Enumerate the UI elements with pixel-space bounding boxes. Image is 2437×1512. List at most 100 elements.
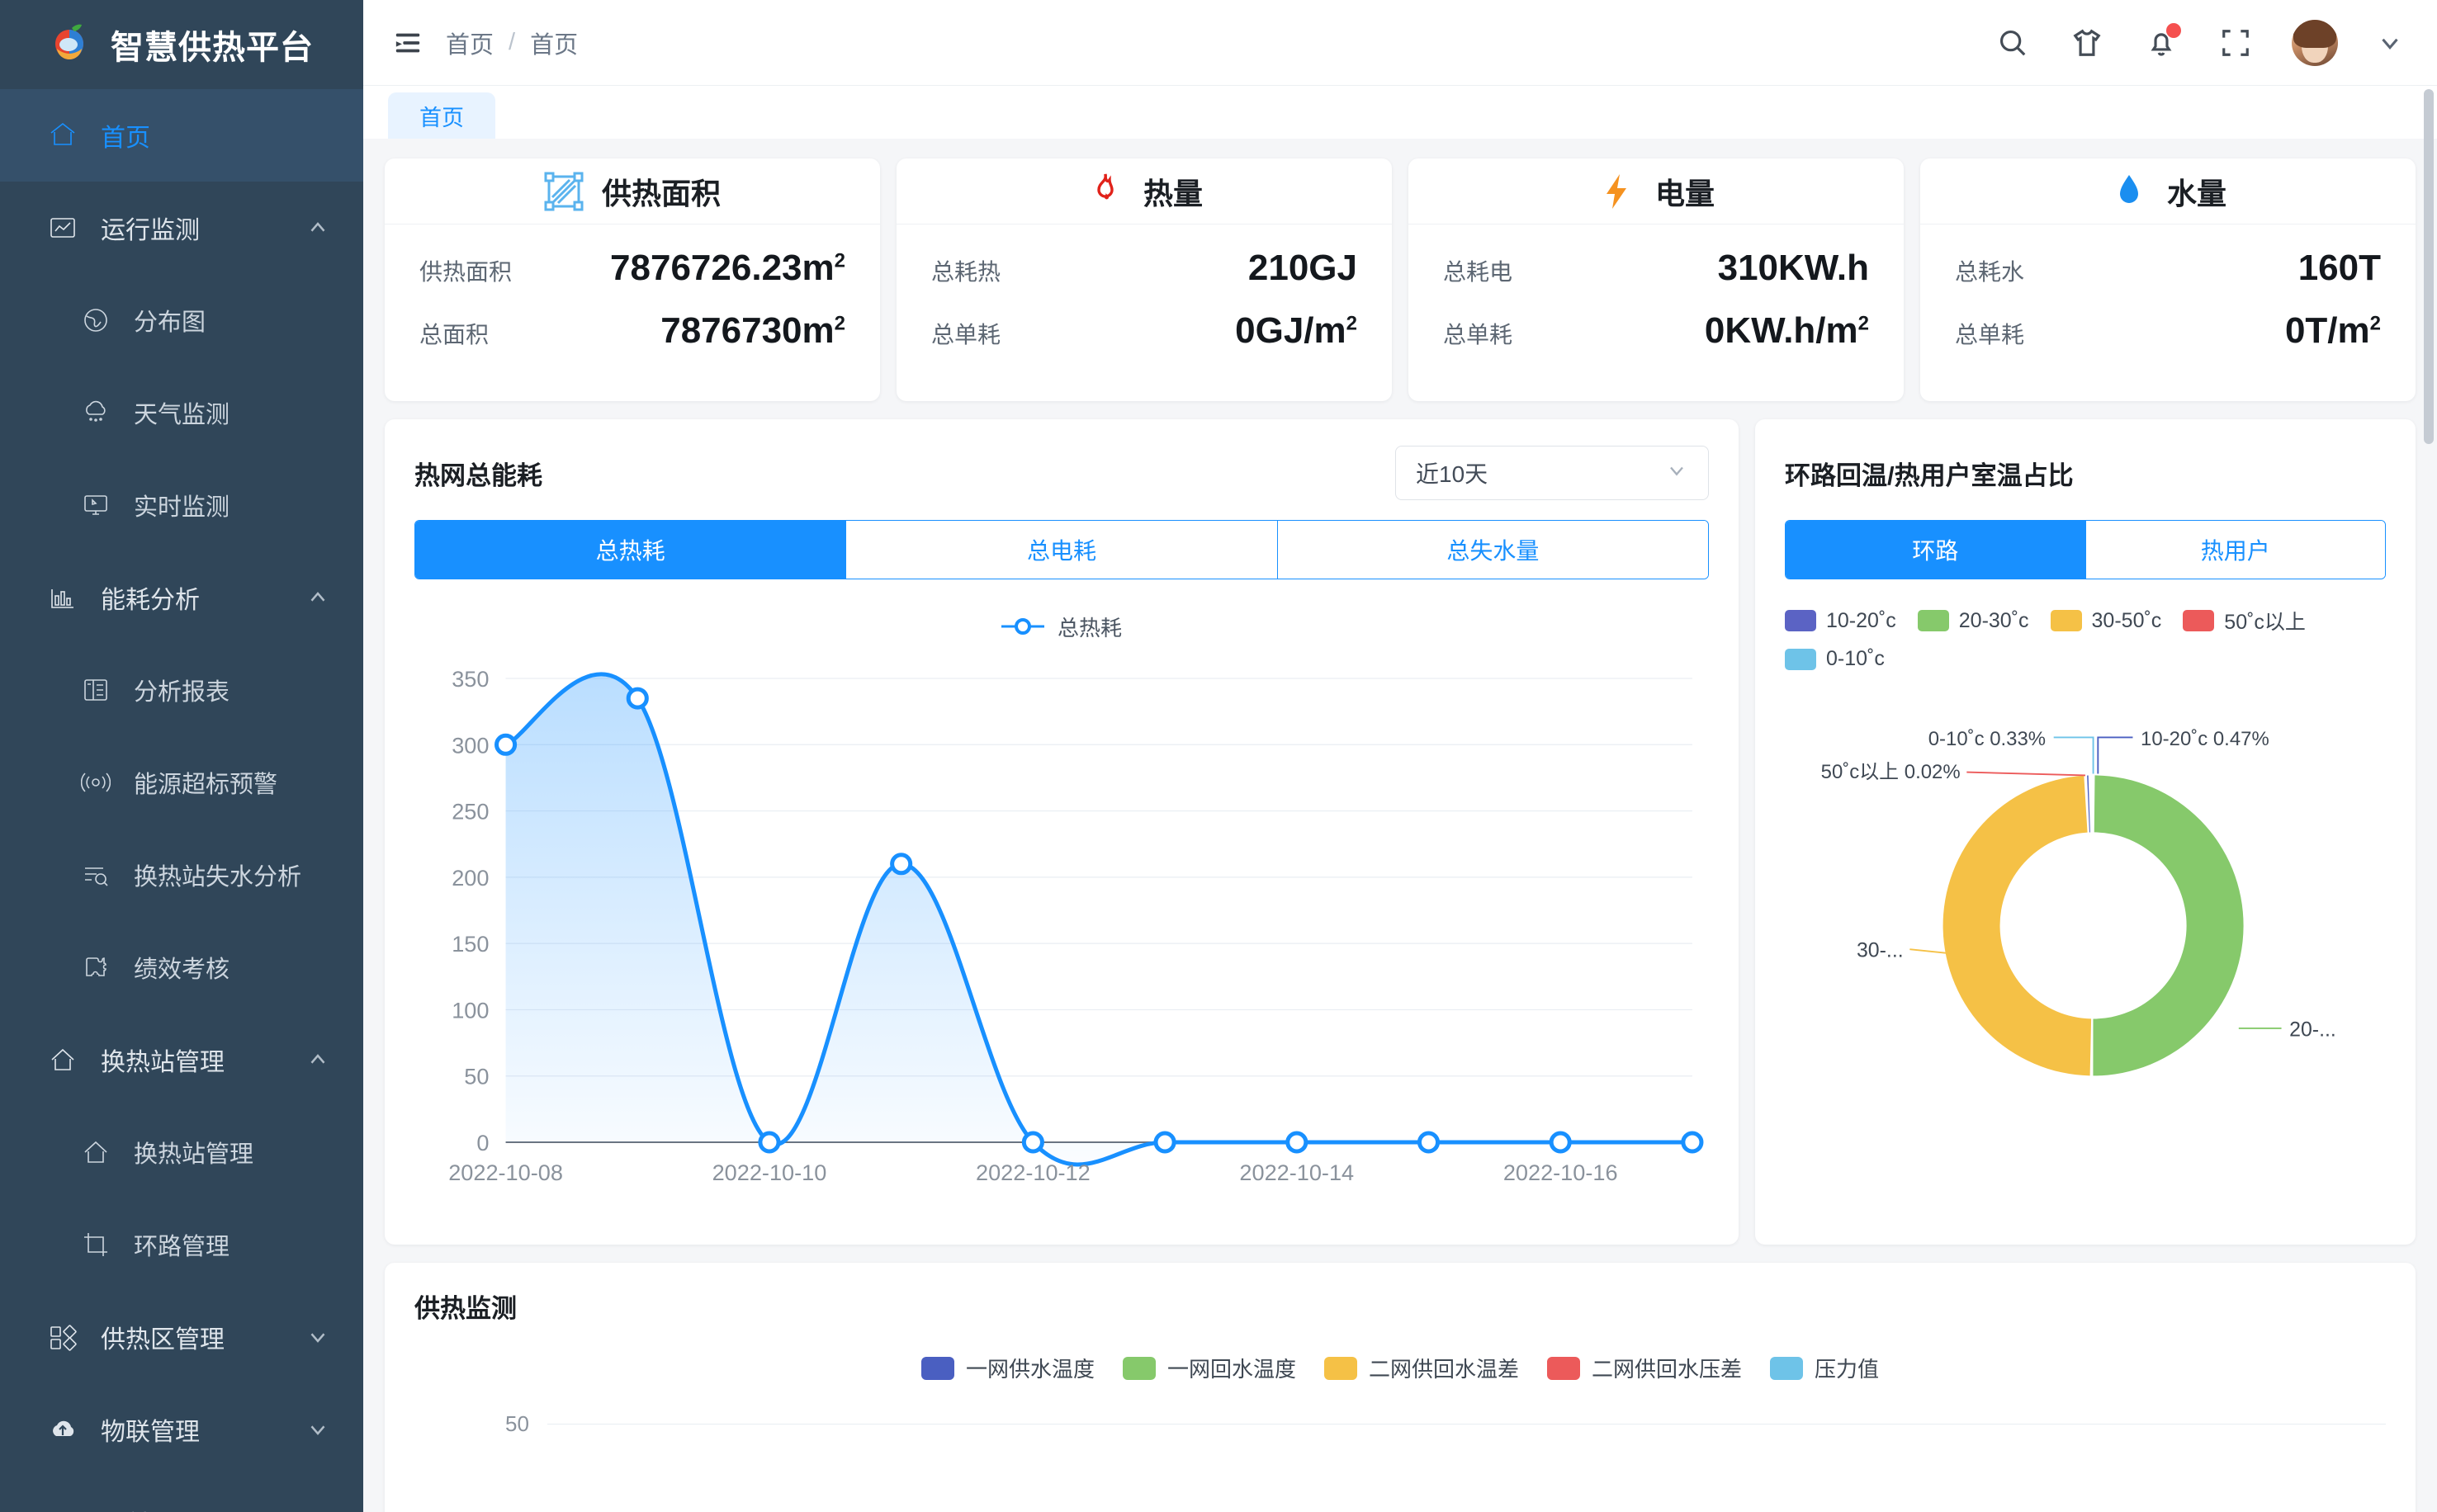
sidebar-item-13[interactable]: 供热区管理 bbox=[0, 1291, 363, 1383]
stat-row-1: 总单耗0T/m2 bbox=[1955, 310, 2381, 373]
svg-text:10-20˚c 0.47%: 10-20˚c 0.47% bbox=[2141, 728, 2269, 750]
sidebar-item-14[interactable]: 物联管理 bbox=[0, 1383, 363, 1476]
brand[interactable]: 智慧供热平台 bbox=[0, 0, 363, 89]
energy-tab-2[interactable]: 总失水量 bbox=[1277, 521, 1708, 579]
chevron-down-icon[interactable] bbox=[2376, 29, 2404, 57]
monitor-chart-icon bbox=[46, 211, 79, 244]
breadcrumb-separator: / bbox=[509, 29, 515, 56]
sidebar-item-2[interactable]: 分布图 bbox=[0, 274, 363, 366]
sidebar-item-5[interactable]: 能耗分析 bbox=[0, 551, 363, 644]
chevron-up-icon[interactable] bbox=[305, 585, 330, 610]
sidebar-item-0[interactable]: 首页 bbox=[0, 89, 363, 182]
stat-value: 7876726.23m2 bbox=[610, 248, 845, 289]
desktop-icon bbox=[79, 489, 112, 522]
crop-icon bbox=[79, 1228, 112, 1261]
svg-text:2022-10-10: 2022-10-10 bbox=[712, 1160, 827, 1185]
stat-value: 0GJ/m2 bbox=[1235, 310, 1357, 352]
range-select[interactable]: 近10天 bbox=[1395, 446, 1709, 500]
svg-text:2022-10-14: 2022-10-14 bbox=[1239, 1160, 1354, 1185]
sidebar-item-7[interactable]: 能源超标预警 bbox=[0, 736, 363, 829]
sidebar-item-6[interactable]: 分析报表 bbox=[0, 644, 363, 736]
legend-marker-icon bbox=[1001, 616, 1044, 637]
breadcrumb-item-1[interactable]: 首页 bbox=[530, 26, 578, 60]
sidebar-item-label: 分布图 bbox=[134, 303, 330, 338]
sidebar-item-10[interactable]: 换热站管理 bbox=[0, 1014, 363, 1106]
scrollbar-thumb[interactable] bbox=[2424, 89, 2434, 444]
energy-tab-1[interactable]: 总电耗 bbox=[845, 521, 1276, 579]
energy-panel-title: 热网总能耗 bbox=[414, 455, 542, 492]
chevron-up-icon[interactable] bbox=[305, 1047, 330, 1072]
donut-legend-item-3[interactable]: 50˚c以上 bbox=[2183, 606, 2306, 636]
legend-label-total-heat: 总热耗 bbox=[1058, 612, 1122, 642]
donut-legend-item-1[interactable]: 20-30˚c bbox=[1918, 606, 2029, 636]
temperature-panel: 环路回温/热用户室温占比 环路热用户 10-20˚c20-30˚c30-50˚c… bbox=[1755, 419, 2416, 1245]
legend-swatch bbox=[1785, 649, 1816, 670]
bar-chart-icon bbox=[46, 581, 79, 614]
chevron-down-icon[interactable] bbox=[305, 1325, 330, 1349]
sidebar-item-1[interactable]: 运行监测 bbox=[0, 182, 363, 274]
cloud-rain-icon bbox=[79, 396, 112, 429]
legend-swatch bbox=[1547, 1357, 1580, 1380]
sidebar-menu: 首页运行监测分布图天气监测实时监测能耗分析分析报表能源超标预警换热站失水分析绩效… bbox=[0, 89, 363, 1512]
stat-card-0: 供热面积供热面积7876726.23m2总面积7876730m2 bbox=[385, 158, 880, 401]
sidebar-item-12[interactable]: 环路管理 bbox=[0, 1198, 363, 1291]
sidebar-item-4[interactable]: 实时监测 bbox=[0, 459, 363, 551]
stat-card-header: 供热面积 bbox=[385, 158, 880, 224]
energy-tab-0[interactable]: 总热耗 bbox=[415, 521, 845, 579]
stat-card-2: 电量总耗电310KW.h总单耗0KW.h/m2 bbox=[1408, 158, 1904, 401]
monitor-gridline bbox=[547, 1424, 2386, 1425]
sidebar-item-label: 实时监测 bbox=[134, 488, 330, 522]
breadcrumb-item-0[interactable]: 首页 bbox=[446, 26, 494, 60]
svg-text:2022-10-12: 2022-10-12 bbox=[976, 1160, 1091, 1185]
avatar[interactable] bbox=[2292, 20, 2338, 66]
shirt-icon[interactable] bbox=[2069, 25, 2105, 61]
sidebar-item-11[interactable]: 换热站管理 bbox=[0, 1106, 363, 1198]
temperature-tab-0[interactable]: 环路 bbox=[1786, 521, 2085, 579]
globe-icon bbox=[79, 304, 112, 337]
svg-text:250: 250 bbox=[452, 800, 489, 825]
bell-icon[interactable] bbox=[2143, 25, 2179, 61]
monitor-legend-item-2[interactable]: 二网供回水温差 bbox=[1324, 1353, 1519, 1383]
sidebar-item-label: 绩效考核 bbox=[134, 950, 330, 985]
donut-legend-item-0[interactable]: 10-20˚c bbox=[1785, 606, 1896, 636]
donut-legend-item-4[interactable]: 0-10˚c bbox=[1785, 647, 1885, 671]
svg-text:200: 200 bbox=[452, 866, 489, 891]
hamburger-icon[interactable] bbox=[391, 26, 424, 59]
stat-row-0: 总耗热210GJ bbox=[931, 248, 1357, 310]
sidebar-item-15[interactable]: 预付页目 bbox=[0, 1476, 363, 1512]
stat-row-0: 供热面积7876726.23m2 bbox=[419, 248, 845, 310]
stat-card-body: 总耗热210GJ 总单耗 0GJ/m2 bbox=[897, 224, 1392, 401]
page-scrollbar[interactable] bbox=[2424, 89, 2434, 1509]
temperature-tab-1[interactable]: 热用户 bbox=[2085, 521, 2386, 579]
range-select-value: 近10天 bbox=[1416, 456, 1488, 489]
panel-row: 热网总能耗 近10天 总热耗总电耗总失水量 bbox=[385, 419, 2416, 1245]
house-icon bbox=[79, 1136, 112, 1169]
stat-value: 160T bbox=[2298, 248, 2381, 289]
svg-text:0-10˚c 0.33%: 0-10˚c 0.33% bbox=[1928, 728, 2046, 750]
monitor-legend-item-4[interactable]: 压力值 bbox=[1770, 1353, 1879, 1383]
search-icon[interactable] bbox=[1995, 25, 2031, 61]
sidebar-item-label: 预付页目 bbox=[101, 1504, 330, 1512]
tab-home[interactable]: 首页 bbox=[388, 92, 495, 139]
sidebar-item-3[interactable]: 天气监测 bbox=[0, 366, 363, 459]
sidebar-item-8[interactable]: 换热站失水分析 bbox=[0, 829, 363, 921]
monitor-panel-title: 供热监测 bbox=[414, 1288, 2386, 1325]
stat-cards: 供热面积供热面积7876726.23m2总面积7876730m2热量总耗热210… bbox=[385, 158, 2416, 401]
chevron-up-icon[interactable] bbox=[305, 215, 330, 240]
stat-label: 总单耗 bbox=[931, 317, 1001, 350]
stat-value: 0KW.h/m2 bbox=[1705, 310, 1869, 352]
chevron-down-icon[interactable] bbox=[305, 1417, 330, 1442]
stat-card-title: 热量 bbox=[1143, 170, 1203, 213]
energy-tab-group: 总热耗总电耗总失水量 bbox=[414, 520, 1709, 579]
sidebar-item-9[interactable]: 绩效考核 bbox=[0, 921, 363, 1014]
monitor-legend-item-1[interactable]: 一网回水温度 bbox=[1123, 1353, 1296, 1383]
legend-label: 10-20˚c bbox=[1826, 609, 1896, 633]
donut-legend-item-2[interactable]: 30-50˚c bbox=[2051, 606, 2162, 636]
legend-label: 30-50˚c bbox=[2092, 609, 2162, 633]
monitor-legend-item-0[interactable]: 一网供水温度 bbox=[921, 1353, 1095, 1383]
svg-text:100: 100 bbox=[452, 998, 489, 1023]
chevron-down-icon bbox=[1665, 459, 1688, 488]
stat-row-0: 总耗水160T bbox=[1955, 248, 2381, 310]
monitor-legend-item-3[interactable]: 二网供回水压差 bbox=[1547, 1353, 1742, 1383]
fullscreen-icon[interactable] bbox=[2217, 25, 2254, 61]
